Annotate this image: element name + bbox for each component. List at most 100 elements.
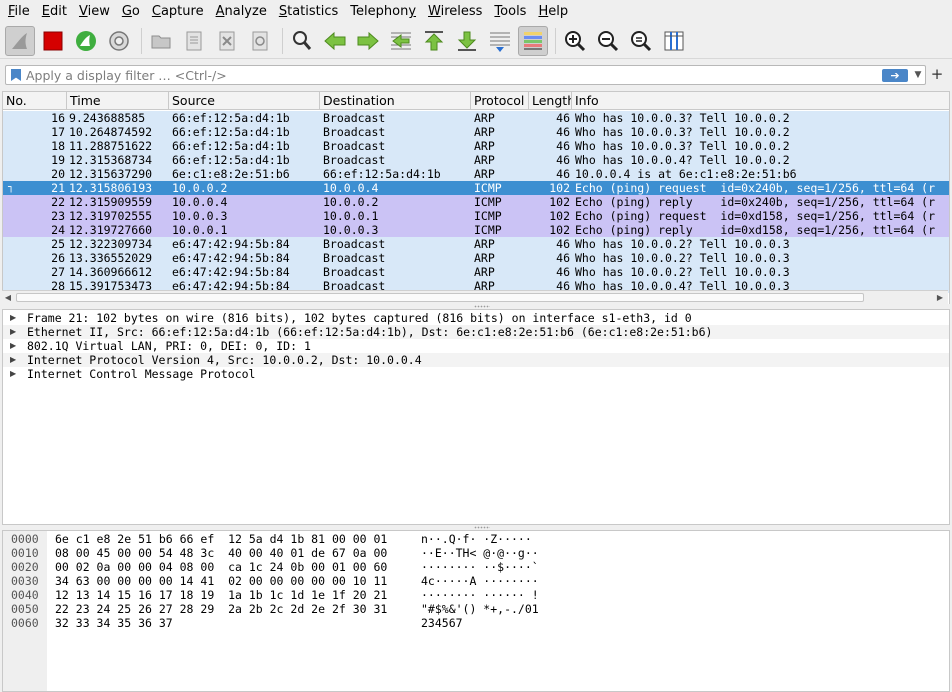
packet-source: 10.0.0.4 (172, 195, 228, 209)
column-length[interactable]: Length (529, 92, 572, 110)
detail-tree-item[interactable]: ▶ Internet Protocol Version 4, Src: 10.0.… (3, 353, 949, 367)
colorize-button[interactable] (518, 25, 548, 56)
packet-destination: Broadcast (323, 237, 386, 251)
menu-tools[interactable]: Tools (490, 0, 530, 23)
menu-statistics[interactable]: Statistics (275, 0, 342, 23)
bytes-ascii[interactable]: 4c·····A ········ (421, 574, 539, 588)
restart-capture-button[interactable] (71, 26, 101, 56)
close-file-button[interactable] (212, 26, 242, 56)
packet-row-selected[interactable]: ┐ 21 12.315806193 10.0.0.2 10.0.0.4 ICMP 102 Ec… (3, 181, 949, 195)
menu-mnemonic: W (428, 4, 441, 19)
find-packet-button[interactable] (287, 26, 317, 56)
menu-file[interactable]: File (4, 0, 34, 23)
packet-info: Who has 10.0.0.4? Tell 10.0.0.2 (575, 153, 790, 167)
stop-capture-button[interactable] (38, 26, 68, 56)
column-protocol[interactable]: Protocol (471, 92, 529, 110)
detail-tree-item[interactable]: ▶ Internet Control Message Protocol (3, 367, 949, 381)
column-destination[interactable]: Destination (320, 92, 471, 110)
bytes-hex[interactable]: 32 33 34 35 36 37 (55, 616, 173, 630)
plus-icon: + (930, 65, 944, 83)
autoscroll-button[interactable] (485, 26, 515, 56)
packet-row[interactable]: 20 12.315637290 6e:c1:e8:2e:51:b6 66:ef:12:… (3, 167, 949, 181)
scrollbar-thumb[interactable] (16, 293, 864, 302)
bytes-hex[interactable]: 08 00 45 00 00 54 48 3c 40 00 40 01 de 6… (55, 546, 387, 560)
column-source[interactable]: Source (169, 92, 320, 110)
packet-row[interactable]: 24 12.319727660 10.0.0.1 10.0.0.3 ICMP 102 Ech… (3, 223, 949, 237)
expand-arrow-icon[interactable]: ▶ (10, 353, 20, 367)
menu-view[interactable]: View (75, 0, 114, 23)
packet-bytes[interactable]: 0000 6e c1 e8 2e 51 b6 66 ef 12 5a d4 1b … (2, 530, 950, 692)
bytes-hex[interactable]: 12 13 14 15 16 17 18 19 1a 1b 1c 1d 1e 1… (55, 588, 387, 602)
resize-columns-button[interactable] (659, 26, 689, 56)
menu-capture[interactable]: Capture (148, 0, 208, 23)
bytes-hex[interactable]: 00 02 0a 00 00 04 08 00 ca 1c 24 0b 00 0… (55, 560, 387, 574)
zoom-out-button[interactable] (593, 26, 623, 56)
last-packet-button[interactable] (452, 26, 482, 56)
packet-destination: 10.0.0.2 (323, 195, 379, 209)
expand-arrow-icon[interactable]: ▶ (10, 325, 20, 339)
restart-icon (76, 30, 96, 51)
bytes-hex[interactable]: 22 23 24 25 26 27 28 29 2a 2b 2c 2d 2e 2… (55, 602, 387, 616)
expand-arrow-icon[interactable]: ▶ (10, 311, 20, 325)
column-no[interactable]: No. (3, 92, 67, 110)
scroll-right-icon[interactable]: ▶ (934, 291, 946, 304)
first-packet-button[interactable] (419, 26, 449, 56)
apply-filter-button[interactable]: ➔ (882, 69, 908, 82)
menu-go[interactable]: Go (118, 0, 144, 23)
bytes-hex[interactable]: 34 63 00 00 00 00 14 41 02 00 00 00 00 0… (55, 574, 387, 588)
bytes-ascii[interactable]: ········ ······ ! (421, 588, 539, 602)
detail-tree-item[interactable]: ▶ Frame 21: 102 bytes on wire (816 bits),… (3, 311, 949, 325)
menu-wireless[interactable]: Wireless (424, 0, 486, 23)
packet-time: 9.243688585 (69, 111, 146, 125)
bytes-ascii[interactable]: 234567 (421, 616, 463, 630)
bytes-ascii[interactable]: ··E··TH< @·@··g·· (421, 546, 539, 560)
menu-telephony[interactable]: Telephony (346, 0, 420, 23)
packet-destination: 10.0.0.3 (323, 223, 379, 237)
go-back-button[interactable] (320, 26, 350, 56)
add-filter-button[interactable]: + (930, 65, 944, 83)
expand-arrow-icon[interactable]: ▶ (10, 367, 20, 381)
display-filter-input[interactable] (26, 66, 876, 84)
go-forward-button[interactable] (353, 26, 383, 56)
column-info[interactable]: Info (572, 92, 949, 110)
start-capture-button[interactable] (5, 25, 35, 56)
packet-row[interactable]: 19 12.315368734 66:ef:12:5a:d4:1b Broadcast… (3, 153, 949, 167)
packet-row[interactable]: 27 14.360966612 e6:47:42:94:5b:84 Broadcast… (3, 265, 949, 279)
packet-row[interactable]: 18 11.288751622 66:ef:12:5a:d4:1b Broadcast… (3, 139, 949, 153)
scroll-left-icon[interactable]: ◀ (2, 291, 14, 304)
bytes-ascii[interactable]: "#$%&'() *+,-./01 (421, 602, 539, 616)
reload-file-button[interactable] (245, 26, 275, 56)
menu-edit[interactable]: Edit (38, 0, 71, 23)
save-file-button[interactable] (179, 26, 209, 56)
menu-analyze[interactable]: Analyze (212, 0, 271, 23)
packet-row[interactable]: 16 9.243688585 66:ef:12:5a:d4:1b Broadcast A… (3, 111, 949, 125)
expand-arrow-icon[interactable]: ▶ (10, 339, 20, 353)
go-to-packet-button[interactable] (386, 26, 416, 56)
normal-size-button[interactable] (626, 26, 656, 56)
packet-row[interactable]: 25 12.322309734 e6:47:42:94:5b:84 Broadcast… (3, 237, 949, 251)
packet-no: 18 (51, 139, 65, 153)
bytes-hex[interactable]: 6e c1 e8 2e 51 b6 66 ef 12 5a d4 1b 81 0… (55, 532, 387, 546)
packet-row[interactable]: 22 12.315909559 10.0.0.4 10.0.0.2 ICMP 102 Ech… (3, 195, 949, 209)
packet-list-hscrollbar[interactable]: ◀ ▶ (2, 290, 948, 304)
packet-no: 26 (51, 251, 65, 265)
menu-help[interactable]: Help (534, 0, 572, 23)
detail-tree-item[interactable]: ▶ Ethernet II, Src: 66:ef:12:5a:d4:1b (66… (3, 325, 949, 339)
capture-options-button[interactable] (104, 26, 134, 56)
open-file-button[interactable] (146, 26, 176, 56)
bookmark-icon[interactable] (11, 69, 21, 81)
packet-protocol: ARP (474, 111, 495, 125)
zoom-in-button[interactable] (560, 26, 590, 56)
packet-row[interactable]: 17 10.264874592 66:ef:12:5a:d4:1b Broadcast… (3, 125, 949, 139)
packet-details[interactable]: ▶ Frame 21: 102 bytes on wire (816 bits),… (2, 309, 950, 525)
packet-protocol: ICMP (474, 181, 502, 195)
filter-history-dropdown[interactable]: ▼ (912, 67, 924, 83)
shark-fin-icon (12, 32, 27, 49)
column-time[interactable]: Time (67, 92, 169, 110)
bytes-ascii[interactable]: n··.Q·f· ·Z····· (421, 532, 532, 546)
bytes-ascii[interactable]: ········ ··$····` (421, 560, 539, 574)
detail-tree-item[interactable]: ▶ 802.1Q Virtual LAN, PRI: 0, DEI: 0, ID:… (3, 339, 949, 353)
packet-list[interactable]: No. Time Source Destination Protocol Len… (2, 91, 950, 305)
packet-row[interactable]: 23 12.319702555 10.0.0.3 10.0.0.1 ICMP 102 Ech… (3, 209, 949, 223)
packet-row[interactable]: 26 13.336552029 e6:47:42:94:5b:84 Broadcast… (3, 251, 949, 265)
